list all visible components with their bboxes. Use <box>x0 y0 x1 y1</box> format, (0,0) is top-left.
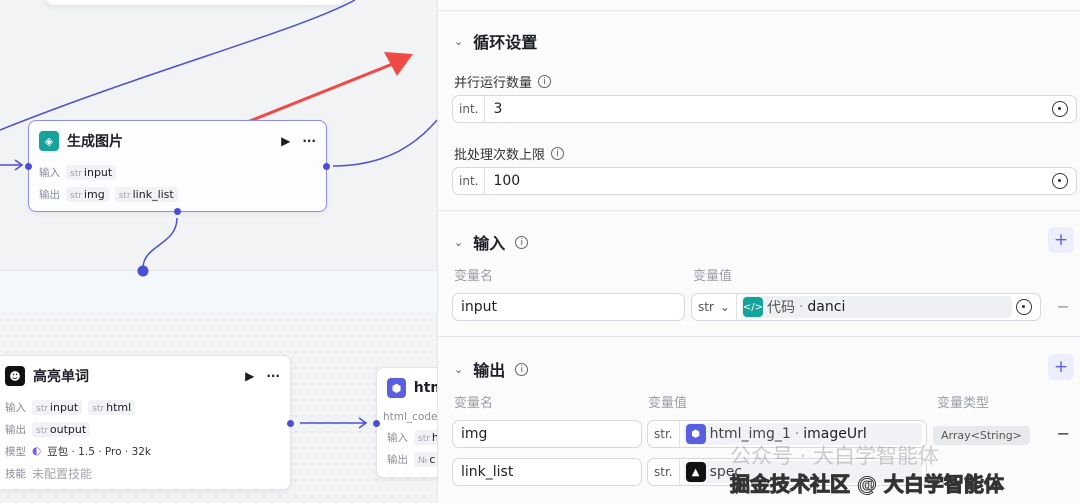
input-tag: str input <box>32 399 83 415</box>
info-icon[interactable]: i <box>551 147 565 160</box>
input-tag: str html <box>88 399 136 415</box>
input-var-value-field[interactable]: str ⌄ </> 代码 · danci <box>691 293 1041 321</box>
loop-port[interactable] <box>174 208 181 215</box>
field-value[interactable]: 100 <box>485 173 1052 189</box>
section-input[interactable]: ⌄ 输入 i <box>454 230 529 254</box>
variable-reference[interactable]: </> 代码 · danci <box>740 296 1012 318</box>
wire-out <box>332 119 437 167</box>
chevron-down-icon[interactable]: ⌄ <box>454 236 463 249</box>
section-title: 循环设置 <box>473 33 538 52</box>
input-port[interactable] <box>373 420 380 427</box>
info-icon[interactable]: i <box>538 75 552 88</box>
remove-input-button[interactable]: − <box>1057 297 1070 316</box>
layers-icon: ◈ <box>39 131 59 151</box>
output-var-name-field[interactable]: img <box>452 420 642 448</box>
section-title: 输入 <box>473 234 506 253</box>
node-html[interactable]: ⬢ htm html_code 输入 strh 输出 №c <box>373 367 437 478</box>
output-label: 输出 <box>5 423 26 436</box>
divider <box>438 336 1080 337</box>
param-label: html_code <box>383 411 437 423</box>
input-port[interactable] <box>25 163 32 170</box>
output-tag: str output <box>32 421 91 437</box>
type-prefix: str. <box>648 421 680 447</box>
node-generate-image[interactable]: ◈ 生成图片 ▶ ··· 输入 str input 输出 str img str link_li… <box>25 120 330 215</box>
annotation-arrow-head <box>384 52 413 76</box>
output-tag: № c <box>414 451 437 467</box>
section-loop-settings[interactable]: ⌄ 循环设置 <box>454 29 537 53</box>
node-settings-panel: ⌄ 循环设置 并行运行数量 i int. 3 批处理次数上限 i int. 100 ⌄ 输入… <box>437 0 1080 503</box>
doubao-icon: ◐ <box>32 445 42 457</box>
parallel-label: 并行运行数量 <box>454 76 533 91</box>
type-prefix: str. <box>648 459 680 485</box>
watermark: 公众号 · 大白学智能体 <box>730 444 940 468</box>
col-header-name: 变量名 <box>454 396 494 411</box>
output-var-name-field[interactable]: link_list <box>452 458 642 486</box>
loop-port <box>137 265 149 277</box>
node-title: htm <box>413 380 437 396</box>
cube-icon: ⬢ <box>685 424 706 444</box>
skill-label: 技能 <box>5 467 26 480</box>
output-tag: str link_list <box>114 186 178 202</box>
input-tag: str input <box>66 164 117 180</box>
input-label: 输入 <box>5 401 26 414</box>
col-header-value: 变量值 <box>693 269 733 284</box>
model-logo-icon: ☻ <box>5 366 25 386</box>
wire-html <box>300 417 368 429</box>
chevron-down-icon[interactable]: ⌄ <box>454 363 463 376</box>
divider <box>438 10 1080 11</box>
output-port[interactable] <box>323 163 330 170</box>
node-title: 生成图片 <box>67 134 123 150</box>
variable-ref-icon[interactable] <box>1016 299 1032 315</box>
divider <box>438 210 1080 211</box>
input-tag: str h <box>414 429 437 445</box>
workflow-canvas[interactable]: ◈ 生成图片 ▶ ··· 输入 str input 输出 str img str link_li… <box>0 0 437 503</box>
col-header-type: 变量类型 <box>937 396 990 411</box>
output-label: 输出 <box>387 453 408 466</box>
wire-loop <box>142 217 178 269</box>
variable-ref-icon[interactable] <box>1052 101 1068 117</box>
cube-icon: ⬢ <box>387 378 406 398</box>
output-tag: str img <box>66 186 109 202</box>
watermark: 掘金技术社区 @ 大白学智能体 <box>730 472 1005 497</box>
input-label: 输入 <box>39 166 60 179</box>
add-output-button[interactable]: + <box>1048 354 1074 380</box>
remove-output-button[interactable]: − <box>1057 424 1070 443</box>
wire-top <box>0 0 356 131</box>
more-icon[interactable]: ··· <box>302 134 316 148</box>
chevron-down-icon: ⌄ <box>719 300 730 314</box>
info-icon[interactable]: i <box>515 235 529 249</box>
run-icon[interactable]: ▶ <box>281 134 290 148</box>
section-title: 输出 <box>473 361 506 380</box>
type-select[interactable]: str ⌄ <box>692 294 737 320</box>
input-var-name-field[interactable]: input <box>452 293 685 321</box>
code-icon: </> <box>743 297 763 317</box>
input-label: 输入 <box>387 431 408 444</box>
field-value[interactable]: 3 <box>485 101 1052 117</box>
run-icon[interactable]: ▶ <box>245 369 254 383</box>
more-icon[interactable]: ··· <box>266 369 280 383</box>
output-label: 输出 <box>39 188 60 201</box>
model-logo-icon: ▲ <box>685 462 706 482</box>
add-input-button[interactable]: + <box>1048 227 1074 253</box>
type-prefix: int. <box>453 96 486 122</box>
model-value: 豆包 · 1.5 · Pro · 32k <box>47 445 152 458</box>
type-prefix: int. <box>453 168 486 194</box>
node-highlight-words[interactable]: ☻ 高亮单词 ▶ ··· 输入 str input str html 输出 str output… <box>0 355 294 490</box>
section-output[interactable]: ⌄ 输出 i <box>454 357 529 381</box>
col-header-name: 变量名 <box>454 269 494 284</box>
output-port[interactable] <box>287 420 294 427</box>
node-title: 高亮单词 <box>33 369 89 385</box>
chevron-down-icon[interactable]: ⌄ <box>454 35 463 48</box>
var-type-badge: Array<String> <box>933 426 1030 445</box>
skill-value: 未配置技能 <box>32 466 93 481</box>
variable-ref-icon[interactable] <box>1052 173 1068 189</box>
annotation-arrow-line <box>244 61 396 125</box>
info-icon[interactable]: i <box>515 362 529 376</box>
parallel-count-input[interactable]: int. 3 <box>452 95 1077 123</box>
model-label: 模型 <box>5 445 26 458</box>
batch-limit-label: 批处理次数上限 <box>454 148 546 163</box>
col-header-value: 变量值 <box>648 396 688 411</box>
batch-limit-input[interactable]: int. 100 <box>452 167 1077 195</box>
